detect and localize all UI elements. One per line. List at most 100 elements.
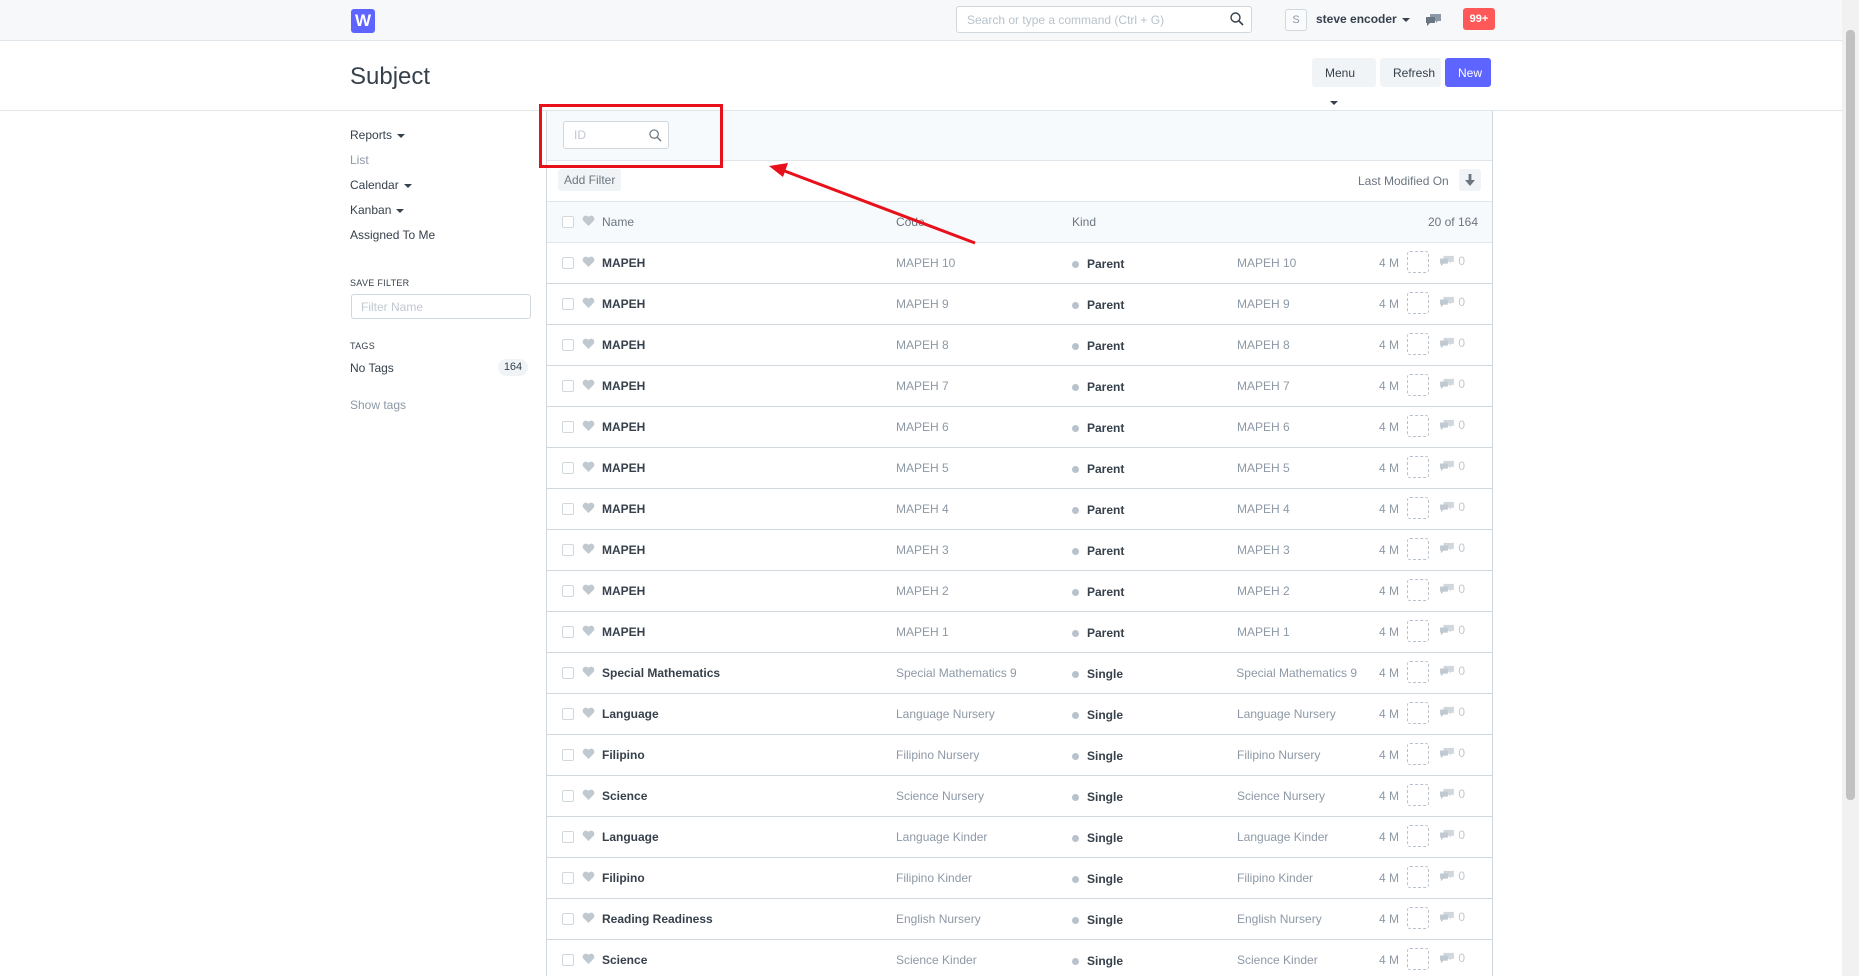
row-name-link[interactable]: MAPEH [602,584,645,598]
sort-selector[interactable]: Last Modified On [1358,174,1449,188]
menu-button[interactable]: Menu [1312,58,1376,105]
row-name-link[interactable]: MAPEH [602,338,645,352]
list-row[interactable]: MAPEH MAPEH 9 Parent MAPEH 9 4 M 0 [547,284,1492,325]
like-heart-icon[interactable] [582,584,595,599]
row-name-link[interactable]: Language [602,830,659,844]
like-heart-icon[interactable] [582,625,595,640]
chat-icon[interactable] [1425,12,1443,31]
assign-avatar-placeholder[interactable] [1407,538,1429,560]
assign-avatar-placeholder[interactable] [1407,784,1429,806]
sidebar-item-reports[interactable]: Reports [350,128,406,142]
notifications-badge[interactable]: 99+ [1463,8,1495,30]
like-heart-icon[interactable] [582,912,595,927]
assign-avatar-placeholder[interactable] [1407,579,1429,601]
sidebar-item-kanban[interactable]: Kanban [350,203,405,217]
like-heart-icon[interactable] [582,297,595,312]
like-heart-icon[interactable] [582,502,595,517]
list-row[interactable]: Science Science Kinder Single Science Kinde… [547,940,1492,976]
row-checkbox[interactable] [562,462,574,474]
row-name-link[interactable]: MAPEH [602,420,645,434]
row-checkbox[interactable] [562,544,574,556]
row-comments[interactable]: 0 [1439,418,1465,432]
like-heart-icon[interactable] [582,461,595,476]
list-row[interactable]: Filipino Filipino Nursery Single Filipino N… [547,735,1492,776]
assign-avatar-placeholder[interactable] [1407,825,1429,847]
assign-avatar-placeholder[interactable] [1407,456,1429,478]
assign-avatar-placeholder[interactable] [1407,702,1429,724]
sort-order-button[interactable] [1459,169,1481,191]
sidebar-item-no-tags[interactable]: No Tags [350,361,394,375]
assign-avatar-placeholder[interactable] [1407,661,1429,683]
list-row[interactable]: MAPEH MAPEH 10 Parent MAPEH 10 4 M 0 [547,243,1492,284]
like-heart-icon[interactable] [582,830,595,845]
show-tags-link[interactable]: Show tags [350,398,406,412]
list-row[interactable]: MAPEH MAPEH 3 Parent MAPEH 3 4 M 0 [547,530,1492,571]
id-filter[interactable] [563,121,669,149]
row-kind[interactable]: Single [1087,872,1123,886]
row-comments[interactable]: 0 [1439,254,1465,268]
assign-avatar-placeholder[interactable] [1407,743,1429,765]
assign-avatar-placeholder[interactable] [1407,415,1429,437]
new-button[interactable]: New [1445,58,1491,87]
assign-avatar-placeholder[interactable] [1407,374,1429,396]
list-row[interactable]: Language Language Kinder Single Language Ki… [547,817,1492,858]
row-comments[interactable]: 0 [1439,869,1465,883]
row-kind[interactable]: Single [1087,954,1123,968]
row-checkbox[interactable] [562,626,574,638]
search-input[interactable] [957,7,1227,32]
row-name-link[interactable]: MAPEH [602,256,645,270]
row-comments[interactable]: 0 [1439,664,1465,678]
row-checkbox[interactable] [562,954,574,966]
list-row[interactable]: Special Mathematics Special Mathematics 9… [547,653,1492,694]
row-comments[interactable]: 0 [1439,787,1465,801]
sidebar-item-calendar[interactable]: Calendar [350,178,412,192]
row-comments[interactable]: 0 [1439,336,1465,350]
row-kind[interactable]: Parent [1087,585,1124,599]
like-heart-icon[interactable] [582,379,595,394]
row-checkbox[interactable] [562,298,574,310]
user-avatar[interactable]: S [1285,9,1307,31]
sidebar-item-list[interactable]: List [350,153,369,167]
row-kind[interactable]: Parent [1087,298,1124,312]
list-row[interactable]: Filipino Filipino Kinder Single Filipino Ki… [547,858,1492,899]
row-kind[interactable]: Parent [1087,544,1124,558]
add-filter-button[interactable]: Add Filter [558,169,622,191]
row-kind[interactable]: Single [1087,749,1123,763]
row-comments[interactable]: 0 [1439,623,1465,637]
like-heart-icon[interactable] [582,666,595,681]
row-name-link[interactable]: MAPEH [602,379,645,393]
like-heart-icon[interactable] [582,748,595,763]
filter-name-input[interactable] [351,294,531,319]
row-checkbox[interactable] [562,708,574,720]
row-kind[interactable]: Parent [1087,257,1124,271]
like-heart-icon[interactable] [582,420,595,435]
refresh-button[interactable]: Refresh [1380,58,1441,87]
row-checkbox[interactable] [562,790,574,802]
assign-avatar-placeholder[interactable] [1407,866,1429,888]
user-menu[interactable]: steve encoder [1316,12,1410,26]
row-name-link[interactable]: Reading Readiness [602,912,713,926]
like-heart-icon[interactable] [582,707,595,722]
scrollbar-thumb[interactable] [1846,30,1855,800]
row-checkbox[interactable] [562,503,574,515]
row-name-link[interactable]: MAPEH [602,625,645,639]
row-comments[interactable]: 0 [1439,500,1465,514]
row-checkbox[interactable] [562,380,574,392]
row-kind[interactable]: Single [1087,708,1123,722]
list-row[interactable]: MAPEH MAPEH 5 Parent MAPEH 5 4 M 0 [547,448,1492,489]
row-checkbox[interactable] [562,749,574,761]
row-checkbox[interactable] [562,667,574,679]
row-comments[interactable]: 0 [1439,705,1465,719]
list-row[interactable]: Science Science Nursery Single Science Nurs… [547,776,1492,817]
awesome-bar[interactable] [956,6,1252,33]
row-kind[interactable]: Single [1087,667,1123,681]
assign-avatar-placeholder[interactable] [1407,251,1429,273]
row-kind[interactable]: Parent [1087,626,1124,640]
row-kind[interactable]: Parent [1087,503,1124,517]
row-kind[interactable]: Parent [1087,421,1124,435]
assign-avatar-placeholder[interactable] [1407,292,1429,314]
list-row[interactable]: MAPEH MAPEH 7 Parent MAPEH 7 4 M 0 [547,366,1492,407]
list-row[interactable]: MAPEH MAPEH 2 Parent MAPEH 2 4 M 0 [547,571,1492,612]
app-logo[interactable]: W [351,9,375,33]
row-name-link[interactable]: MAPEH [602,502,645,516]
